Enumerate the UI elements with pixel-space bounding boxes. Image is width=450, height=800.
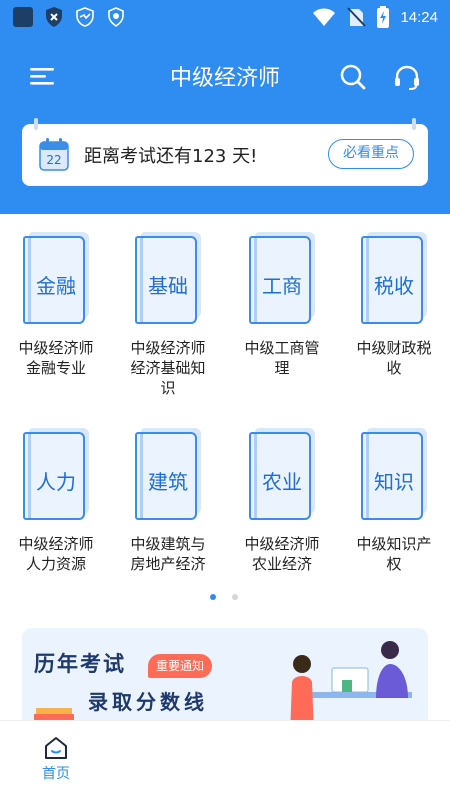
course-label: 中级经济师 农业经济 bbox=[244, 535, 320, 573]
page-dot-active[interactable] bbox=[210, 594, 216, 600]
book-cover-title: 人力 bbox=[36, 470, 76, 494]
battery-charging-icon bbox=[377, 6, 390, 28]
wifi-icon bbox=[313, 8, 336, 26]
clock: 14:24 bbox=[400, 8, 438, 26]
book-icon: 工商 bbox=[249, 232, 315, 324]
course-item-business[interactable]: 工商 中级工商管理 bbox=[226, 232, 338, 378]
book-icon: 农业 bbox=[249, 428, 315, 520]
card-pin bbox=[34, 118, 38, 130]
course-item-basics[interactable]: 基础 中级经济师 经济基础知识 bbox=[112, 232, 224, 398]
course-item-hr[interactable]: 人力 中级经济师 人力资源 bbox=[0, 428, 112, 574]
page-indicator bbox=[0, 594, 450, 602]
course-item-construction[interactable]: 建筑 中级建筑与 房地产经济 bbox=[112, 428, 224, 574]
book-icon: 金融 bbox=[23, 232, 89, 324]
course-label: 中级经济师 经济基础知识 bbox=[130, 339, 206, 397]
key-points-button[interactable]: 必看重点 bbox=[328, 139, 414, 169]
course-item-ip[interactable]: 知识 中级知识产权 bbox=[338, 428, 450, 574]
search-icon bbox=[340, 64, 366, 90]
course-label: 中级财政税收 bbox=[356, 339, 432, 377]
headset-icon bbox=[395, 65, 419, 90]
course-item-tax[interactable]: 税收 中级财政税收 bbox=[338, 232, 450, 378]
book-icon: 税收 bbox=[361, 232, 427, 324]
book-icon: 知识 bbox=[361, 428, 427, 520]
book-cover-title: 基础 bbox=[148, 274, 188, 298]
status-bar: 14:24 bbox=[0, 0, 450, 34]
course-label: 中级工商管理 bbox=[244, 339, 320, 377]
calendar-icon: 22 bbox=[39, 138, 69, 172]
book-cover-title: 知识 bbox=[374, 470, 414, 494]
page-title: 中级经济师 bbox=[169, 66, 280, 91]
course-item-agriculture[interactable]: 农业 中级经济师 农业经济 bbox=[226, 428, 338, 574]
page-dot[interactable] bbox=[232, 594, 238, 600]
book-cover-title: 农业 bbox=[262, 470, 302, 494]
bottom-navigation: 首页 bbox=[0, 720, 450, 800]
course-label: 中级知识产权 bbox=[356, 535, 432, 573]
course-label: 中级经济师 人力资源 bbox=[18, 535, 94, 573]
course-label: 中级经济师 金融专业 bbox=[18, 339, 94, 377]
tab-home[interactable]: 首页 bbox=[36, 735, 76, 783]
banner-subtitle: 录取分数线 bbox=[88, 690, 208, 714]
book-icon: 建筑 bbox=[135, 428, 201, 520]
shield-icon bbox=[108, 7, 124, 27]
home-icon bbox=[45, 737, 67, 759]
exam-countdown-card: 22 距离考试还有123 天! 必看重点 bbox=[22, 118, 428, 186]
shield-x-icon bbox=[46, 7, 62, 27]
no-sim-icon bbox=[347, 7, 367, 27]
banner-badge: 重要通知 bbox=[148, 654, 213, 678]
book-cover-title: 税收 bbox=[374, 274, 414, 298]
book-icon: 人力 bbox=[23, 428, 89, 520]
book-cover-title: 金融 bbox=[36, 274, 76, 298]
bird-shield-icon bbox=[76, 7, 94, 27]
app-header: 中级经济师 bbox=[0, 46, 450, 106]
banner-title: 历年考试 bbox=[34, 652, 126, 676]
calendar-day: 22 bbox=[46, 153, 62, 167]
search-button[interactable] bbox=[338, 62, 368, 92]
course-label: 中级建筑与 房地产经济 bbox=[130, 535, 206, 573]
customer-service-button[interactable] bbox=[392, 62, 422, 92]
tab-home-label: 首页 bbox=[42, 766, 70, 782]
book-icon: 基础 bbox=[135, 232, 201, 324]
course-item-finance[interactable]: 金融 中级经济师 金融专业 bbox=[0, 232, 112, 378]
app-square-icon bbox=[13, 7, 33, 27]
card-pin bbox=[412, 118, 416, 130]
countdown-text: 距离考试还有123 天! bbox=[84, 146, 258, 167]
book-cover-title: 建筑 bbox=[148, 470, 188, 494]
book-cover-title: 工商 bbox=[262, 274, 302, 298]
